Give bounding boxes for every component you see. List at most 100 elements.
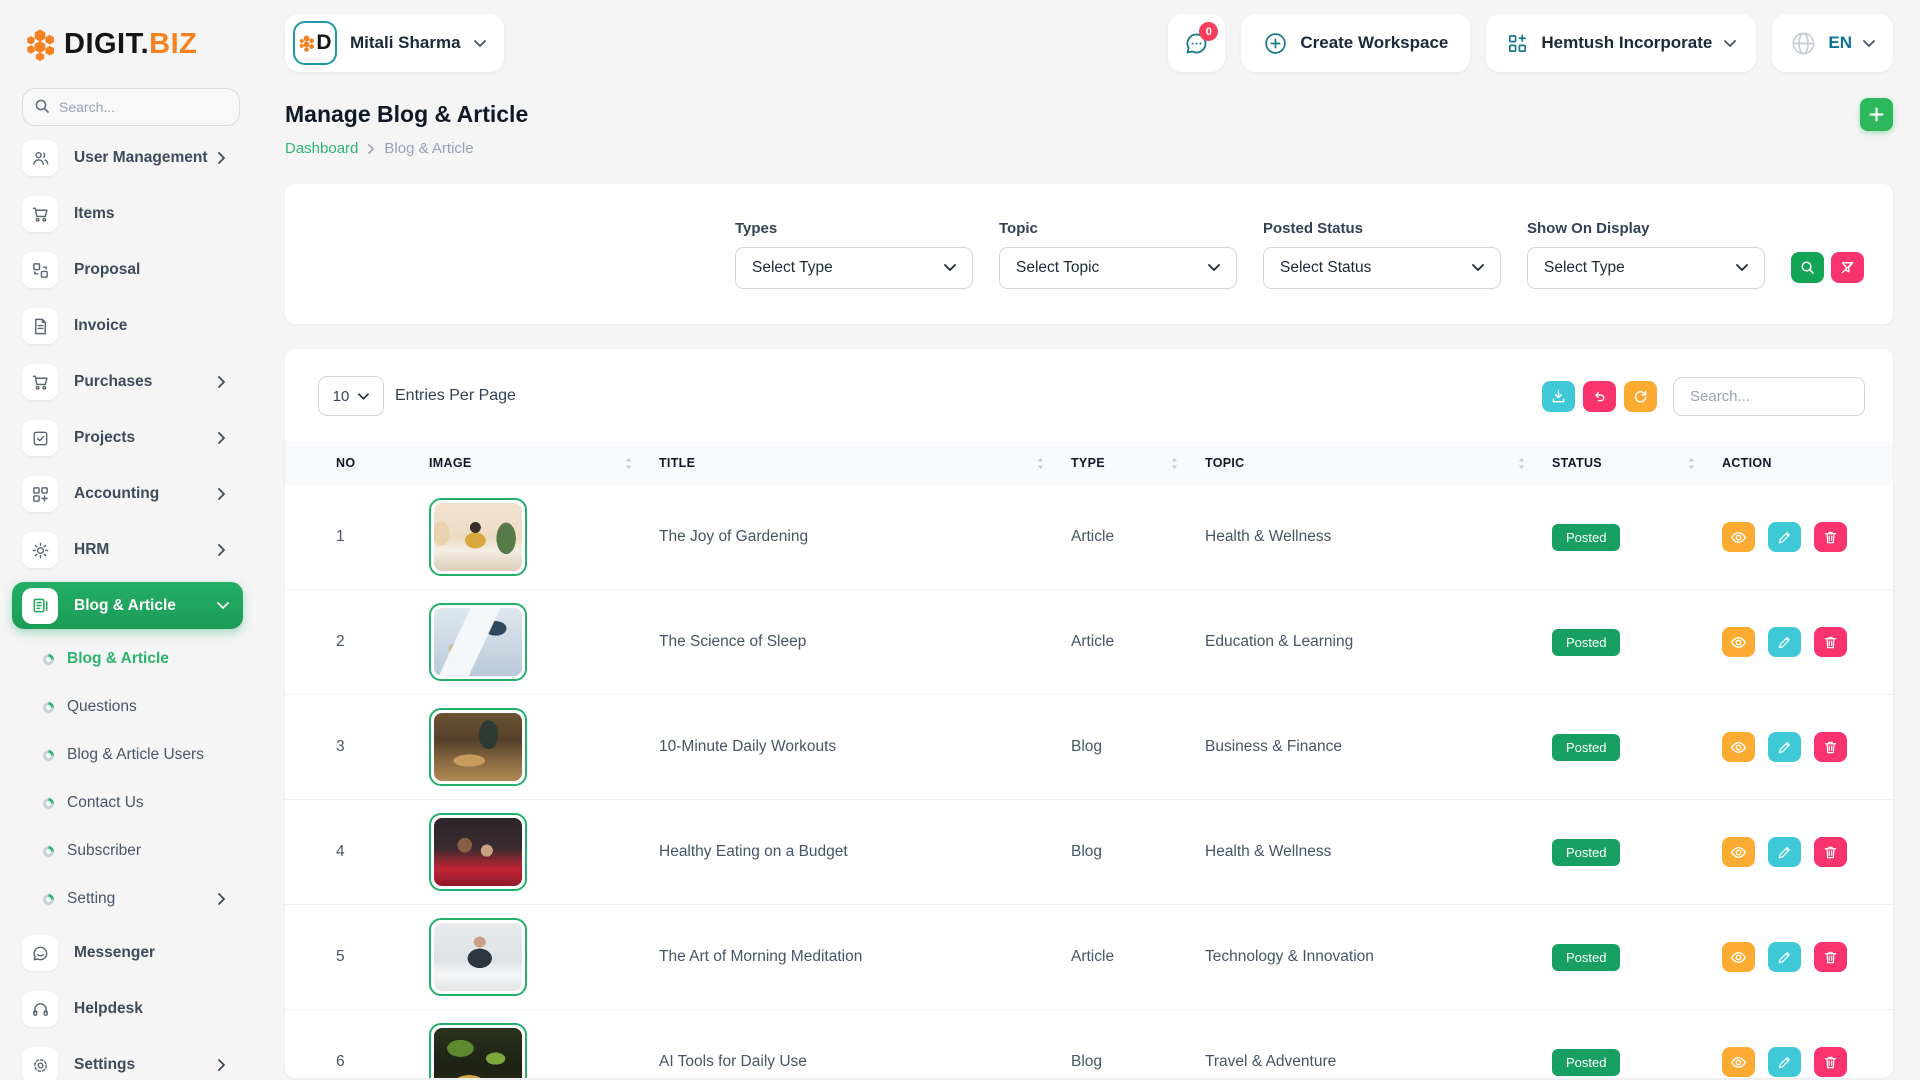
- sidebar-item-label: Accounting: [74, 485, 159, 503]
- clear-filter-button[interactable]: [1831, 252, 1864, 283]
- blog-image: [434, 818, 522, 886]
- sort-icon[interactable]: [1687, 457, 1696, 470]
- row-actions: [1722, 837, 1893, 867]
- submenu-item-label: Blog & Article: [67, 650, 169, 668]
- row-number: 1: [336, 528, 429, 546]
- view-button[interactable]: [1722, 522, 1755, 552]
- filter-topic: Topic Select Topic: [999, 220, 1237, 289]
- edit-button[interactable]: [1768, 837, 1801, 867]
- sidebar-item-blog-article[interactable]: Blog & Article: [12, 582, 243, 629]
- topic-select[interactable]: Select Topic: [999, 247, 1237, 289]
- sort-icon[interactable]: [624, 457, 633, 470]
- avatar-letter: D: [316, 31, 331, 55]
- submenu-item-label: Setting: [67, 890, 115, 908]
- display-select[interactable]: Select Type: [1527, 247, 1765, 289]
- submenu-item-contact-us[interactable]: Contact Us: [22, 779, 255, 827]
- chevron-down-icon: [1208, 264, 1220, 271]
- language-selector[interactable]: EN: [1772, 14, 1893, 72]
- row-thumbnail[interactable]: [429, 1023, 527, 1078]
- row-thumbnail[interactable]: [429, 603, 527, 681]
- table-row: 1 The Joy of Gardening Article Health & …: [285, 485, 1893, 590]
- edit-button[interactable]: [1768, 942, 1801, 972]
- submenu-item-setting[interactable]: Setting: [22, 875, 255, 923]
- sidebar-nav: User Management Items Proposal Invoice P…: [22, 130, 255, 1080]
- brand-logo-icon: [24, 27, 56, 61]
- submenu-item-blog-article[interactable]: Blog & Article: [22, 635, 255, 683]
- edit-button[interactable]: [1768, 627, 1801, 657]
- workspace-switcher[interactable]: Hemtush Incorporate: [1486, 14, 1756, 72]
- row-thumbnail[interactable]: [429, 813, 527, 891]
- sidebar-item-messenger[interactable]: Messenger: [22, 925, 255, 981]
- sort-icon[interactable]: [1170, 457, 1179, 470]
- chevron-down-icon: [474, 40, 486, 47]
- view-button[interactable]: [1722, 1047, 1755, 1077]
- sort-icon[interactable]: [1036, 457, 1045, 470]
- chevron-down-icon: [217, 602, 229, 609]
- cart-icon: [22, 364, 58, 400]
- eye-icon: [1730, 844, 1747, 861]
- trash-icon: [1823, 530, 1838, 545]
- filter-off-icon: [1840, 260, 1855, 275]
- sidebar-search-input[interactable]: [22, 88, 240, 126]
- chevron-down-icon: [944, 264, 956, 271]
- row-title: Healthy Eating on a Budget: [659, 843, 1071, 861]
- submenu-item-questions[interactable]: Questions: [22, 683, 255, 731]
- sort-icon[interactable]: [1517, 457, 1526, 470]
- sidebar-item-label: User Management: [74, 149, 208, 167]
- table-search-input[interactable]: [1673, 377, 1865, 416]
- helpdesk-icon: [22, 991, 58, 1027]
- view-button[interactable]: [1722, 627, 1755, 657]
- view-button[interactable]: [1722, 942, 1755, 972]
- delete-button[interactable]: [1814, 732, 1847, 762]
- view-button[interactable]: [1722, 732, 1755, 762]
- row-thumbnail[interactable]: [429, 918, 527, 996]
- sidebar-item-projects[interactable]: Projects: [22, 410, 255, 466]
- status-select[interactable]: Select Status: [1263, 247, 1501, 289]
- delete-button[interactable]: [1814, 837, 1847, 867]
- sidebar-item-items[interactable]: Items: [22, 186, 255, 242]
- sidebar-item-accounting[interactable]: Accounting: [22, 466, 255, 522]
- apply-filter-button[interactable]: [1791, 252, 1824, 283]
- view-button[interactable]: [1722, 837, 1755, 867]
- edit-button[interactable]: [1768, 732, 1801, 762]
- blog-table-panel: 10 Entries Per Page NO IMAGE TITLE TYPE …: [285, 349, 1893, 1078]
- row-number: 2: [336, 633, 429, 651]
- delete-button[interactable]: [1814, 627, 1847, 657]
- chevron-down-icon: [1863, 40, 1875, 47]
- edit-button[interactable]: [1768, 522, 1801, 552]
- breadcrumb-dashboard-link[interactable]: Dashboard: [285, 140, 358, 157]
- delete-button[interactable]: [1814, 942, 1847, 972]
- submenu-item-blog-article-users[interactable]: Blog & Article Users: [22, 731, 255, 779]
- submenu-item-subscriber[interactable]: Subscriber: [22, 827, 255, 875]
- delete-button[interactable]: [1814, 1047, 1847, 1077]
- breadcrumb: Dashboard Blog & Article: [285, 140, 1893, 157]
- row-type: Article: [1071, 948, 1205, 966]
- create-workspace-button[interactable]: Create Workspace: [1241, 14, 1470, 72]
- row-thumbnail[interactable]: [429, 498, 527, 576]
- add-blog-button[interactable]: [1860, 98, 1893, 131]
- type-select[interactable]: Select Type: [735, 247, 973, 289]
- sidebar-item-purchases[interactable]: Purchases: [22, 354, 255, 410]
- chat-button[interactable]: 0: [1168, 14, 1225, 72]
- export-button[interactable]: [1542, 381, 1575, 412]
- blog-image: [434, 503, 522, 571]
- refresh-button[interactable]: [1624, 381, 1657, 412]
- entries-per-page-select[interactable]: 10: [318, 376, 384, 416]
- delete-button[interactable]: [1814, 522, 1847, 552]
- sidebar-item-settings[interactable]: Settings: [22, 1037, 255, 1080]
- refresh-icon: [1633, 389, 1648, 404]
- undo-button[interactable]: [1583, 381, 1616, 412]
- sidebar-item-helpdesk[interactable]: Helpdesk: [22, 981, 255, 1037]
- row-thumbnail[interactable]: [429, 708, 527, 786]
- table-row: 4 Healthy Eating on a Budget Blog Health…: [285, 800, 1893, 905]
- submenu-item-label: Blog & Article Users: [67, 746, 204, 764]
- edit-button[interactable]: [1768, 1047, 1801, 1077]
- eye-icon: [1730, 1054, 1747, 1071]
- user-menu[interactable]: D Mitali Sharma: [285, 14, 504, 72]
- filter-show-on-display: Show On Display Select Type: [1527, 220, 1765, 289]
- column-header-status: STATUS: [1552, 456, 1722, 470]
- sidebar-item-proposal[interactable]: Proposal: [22, 242, 255, 298]
- sidebar-item-invoice[interactable]: Invoice: [22, 298, 255, 354]
- sidebar-item-user-management[interactable]: User Management: [22, 130, 255, 186]
- sidebar-item-hrm[interactable]: HRM: [22, 522, 255, 578]
